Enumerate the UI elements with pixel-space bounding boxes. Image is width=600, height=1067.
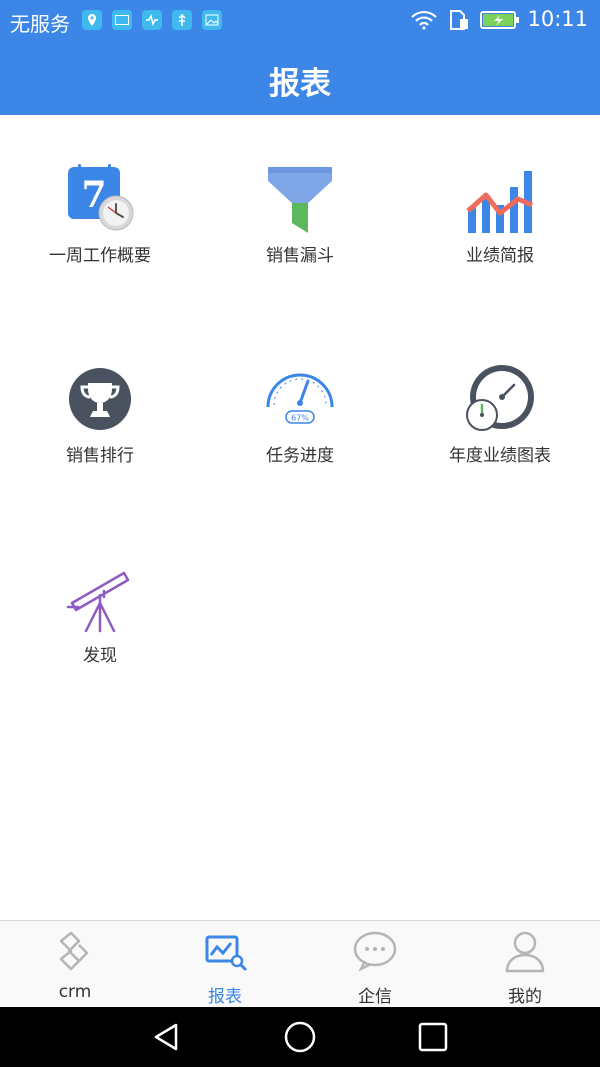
tile-performance-brief[interactable]: 业绩简报: [400, 115, 600, 315]
calendar-clock-icon: 7: [68, 164, 134, 231]
location-notification-icon: [82, 10, 102, 30]
back-icon[interactable]: [148, 1019, 184, 1055]
tile-task-progress[interactable]: 67% 任务进度: [200, 315, 400, 515]
gallery-notification-icon: [202, 10, 222, 30]
crm-logo-icon: [59, 931, 89, 971]
recents-icon[interactable]: [415, 1019, 451, 1055]
wifi-icon: [411, 10, 437, 30]
trophy-icon: [69, 368, 131, 430]
tab-crm[interactable]: crm: [0, 921, 150, 1008]
image-notification-icon: [112, 10, 132, 30]
dial-gauge-icon: [466, 365, 534, 431]
gauge-icon: 67%: [266, 373, 334, 424]
page-title: 报表: [269, 66, 331, 102]
tile-label: 年度业绩图表: [449, 446, 551, 466]
tile-annual-performance-chart[interactable]: 年度业绩图表: [400, 315, 600, 515]
chat-bubble-icon: [353, 931, 397, 972]
tile-sales-ranking[interactable]: 销售排行: [0, 315, 200, 515]
telescope-icon: [66, 571, 130, 633]
usb-notification-icon: [172, 10, 192, 30]
tab-reports[interactable]: 报表: [150, 921, 300, 1008]
tab-label: 报表: [208, 987, 242, 1007]
battery-charging-icon: [480, 11, 519, 29]
tab-label: 企信: [358, 987, 392, 1007]
app-header: 无服务 10:11 报表: [0, 0, 600, 115]
tile-label: 销售排行: [66, 446, 134, 466]
tile-discover[interactable]: 发现: [0, 515, 200, 715]
report-chart-icon: [205, 935, 247, 971]
notification-icons: [82, 10, 222, 30]
gauge-value-text: 67%: [291, 414, 309, 423]
heart-rate-notification-icon: [142, 10, 162, 30]
funnel-icon: [268, 167, 332, 233]
tile-label: 任务进度: [266, 446, 334, 466]
carrier-text: 无服务: [10, 12, 70, 36]
tab-messages[interactable]: 企信: [300, 921, 450, 1008]
tile-sales-funnel[interactable]: 销售漏斗: [200, 115, 400, 315]
tile-label: 一周工作概要: [49, 246, 151, 266]
system-status-icons: [410, 9, 520, 31]
bottom-tab-bar: crm 报表 企信 我的: [0, 920, 600, 1008]
bar-line-chart-icon: [466, 171, 533, 233]
system-navigation-bar: [0, 1007, 600, 1067]
clock-text: 10:11: [527, 7, 588, 31]
status-bar: 无服务 10:11: [0, 0, 600, 40]
tab-me[interactable]: 我的: [450, 921, 600, 1008]
tab-label: crm: [58, 982, 92, 1002]
tile-label: 销售漏斗: [266, 246, 334, 266]
person-icon: [505, 931, 545, 973]
home-icon[interactable]: [282, 1019, 318, 1055]
sim-card-icon: [450, 10, 468, 30]
tab-label: 我的: [508, 987, 542, 1007]
tile-label: 发现: [83, 646, 117, 666]
tile-label: 业绩简报: [466, 246, 534, 266]
tile-weekly-summary[interactable]: 7 一周工作概要: [0, 115, 200, 315]
